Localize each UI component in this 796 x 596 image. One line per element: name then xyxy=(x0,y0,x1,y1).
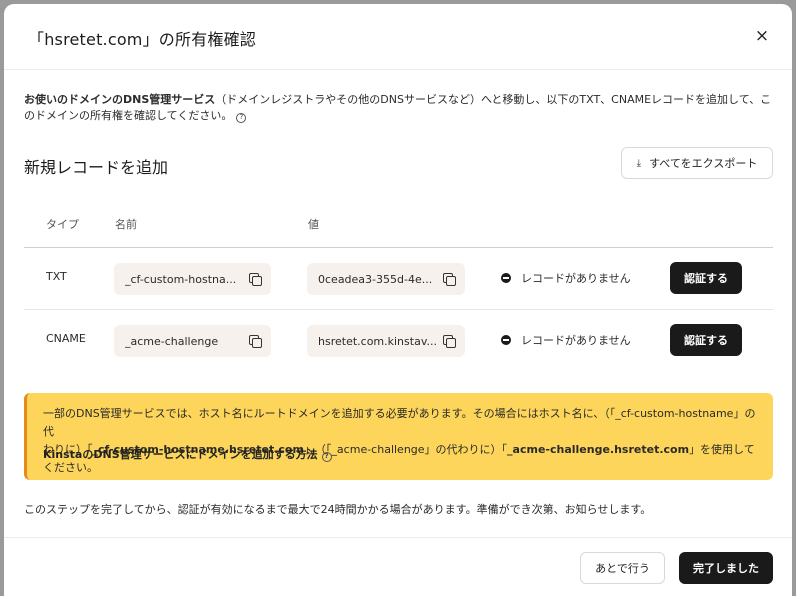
table-row-divider xyxy=(24,309,773,310)
row-1-value: 0ceadea3-355d-4e... xyxy=(318,272,433,286)
copy-icon[interactable] xyxy=(443,273,456,286)
column-header-value: 値 xyxy=(308,218,319,231)
export-all-label: すべてをエクスポート xyxy=(649,157,758,170)
export-all-button[interactable]: ⤓ すべてをエクスポート xyxy=(621,147,773,179)
modal-header: 「hsretet.com」の所有権確認 × xyxy=(4,4,792,70)
footer-divider xyxy=(4,537,792,538)
copy-icon[interactable] xyxy=(443,335,456,348)
section-title: 新規レコードを追加 xyxy=(24,158,169,177)
row-2-type: CNAME xyxy=(46,332,86,345)
row-1-status-text: レコードがありません xyxy=(521,272,631,285)
row-1-value-field[interactable]: 0ceadea3-355d-4e... xyxy=(307,263,465,295)
minus-circle-icon xyxy=(501,335,511,345)
copy-icon[interactable] xyxy=(249,335,262,348)
row-2-value: hsretet.com.kinstav... xyxy=(318,334,437,348)
row-1-verify-button[interactable]: 認証する xyxy=(670,262,742,294)
modal-title: 「hsretet.com」の所有権確認 xyxy=(28,30,256,49)
copy-icon[interactable] xyxy=(249,273,262,286)
row-2-name-field[interactable]: _acme-challenge xyxy=(114,325,271,357)
column-header-type: タイプ xyxy=(46,218,79,231)
row-2-status-text: レコードがありません xyxy=(521,334,631,347)
intro-text: お使いのドメインのDNS管理サービス（ドメインレジストラやその他のDNSサービス… xyxy=(24,92,774,124)
footer-note: このステップを完了してから、認証が有効になるまで最大で24時間かかる場合がありま… xyxy=(24,503,652,516)
dns-help-link-text: KinstaのDNS管理サービスにドメインを追加する方法 xyxy=(43,448,318,461)
row-2-value-field[interactable]: hsretet.com.kinstav... xyxy=(307,325,465,357)
close-icon: × xyxy=(754,26,770,46)
close-button[interactable]: × xyxy=(750,24,774,48)
row-1-type: TXT xyxy=(46,270,67,283)
done-button[interactable]: 完了しました xyxy=(679,552,773,584)
intro-bold: お使いのドメインのDNS管理サービス xyxy=(24,93,216,106)
minus-circle-icon xyxy=(501,273,511,283)
row-1-name-field[interactable]: _cf-custom-hostna... xyxy=(114,263,271,295)
download-icon: ⤓ xyxy=(636,157,642,169)
warning-text: 」、（「_acme-challenge」の代わりに）「 xyxy=(303,443,508,456)
row-1-status: レコードがありません xyxy=(501,270,631,286)
dns-help-link[interactable]: KinstaのDNS管理サービスにドメインを追加する方法? xyxy=(43,446,332,464)
row-2-verify-button[interactable]: 認証する xyxy=(670,324,742,356)
domain-verification-modal: 「hsretet.com」の所有権確認 × お使いのドメインのDNS管理サービス… xyxy=(4,4,792,596)
row-1-name: _cf-custom-hostna... xyxy=(125,272,237,286)
row-2-name: _acme-challenge xyxy=(125,334,219,348)
row-2-status: レコードがありません xyxy=(501,332,631,348)
table-header-divider xyxy=(24,247,773,248)
column-header-name: 名前 xyxy=(115,218,137,231)
warning-line-1: 一部のDNS管理サービスでは、ホスト名にルートドメインを追加する必要があります。… xyxy=(43,407,756,438)
warning-hostname-acme: _acme-challenge.hsretet.com xyxy=(507,443,690,456)
help-icon[interactable]: ? xyxy=(236,112,247,123)
help-icon: ? xyxy=(321,451,332,462)
warning-callout: 一部のDNS管理サービスでは、ホスト名にルートドメインを追加する必要があります。… xyxy=(24,393,773,480)
do-later-button[interactable]: あとで行う xyxy=(580,552,665,584)
